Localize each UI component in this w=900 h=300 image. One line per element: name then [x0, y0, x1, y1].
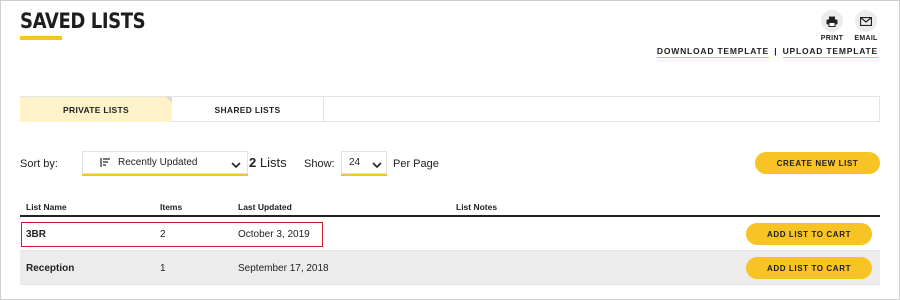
- list-tabs: PRIVATE LISTS SHARED LISTS: [20, 96, 880, 122]
- row-list-name[interactable]: 3BR: [26, 229, 46, 240]
- title-underline: [20, 36, 62, 40]
- header-last-updated: Last Updated: [238, 202, 292, 212]
- list-count: 2 Lists: [249, 155, 287, 170]
- upload-template-link[interactable]: UPLOAD TEMPLATE: [782, 46, 878, 58]
- print-label: PRINT: [820, 35, 844, 42]
- chevron-down-icon: [230, 157, 242, 175]
- sort-value: Recently Updated: [118, 157, 198, 168]
- table-row: 3BR 2 October 3, 2019 ADD LIST TO CART: [20, 217, 880, 251]
- sort-icon: [100, 158, 110, 168]
- header-list-name: List Name: [26, 202, 67, 212]
- template-links: DOWNLOAD TEMPLATE | UPLOAD TEMPLATE: [656, 46, 878, 58]
- header-items: Items: [160, 202, 183, 212]
- email-label: EMAIL: [854, 35, 878, 42]
- list-count-suffix: Lists: [259, 155, 287, 170]
- template-separator: |: [774, 46, 778, 56]
- sort-dropdown[interactable]: Recently Updated: [82, 151, 248, 176]
- show-label: Show:: [304, 158, 335, 170]
- add-list-to-cart-button[interactable]: ADD LIST TO CART: [746, 223, 872, 245]
- download-template-link[interactable]: DOWNLOAD TEMPLATE: [656, 46, 770, 58]
- list-toolbar: Sort by: Recently Updated 2 Lists Show: …: [20, 151, 880, 177]
- row-list-name[interactable]: Reception: [26, 263, 74, 274]
- page-title: SAVED LISTS: [20, 9, 146, 33]
- list-count-number: 2: [249, 155, 257, 170]
- chevron-down-icon: [371, 157, 383, 175]
- printer-icon: [821, 10, 843, 32]
- row-items: 2: [160, 229, 166, 240]
- table-header: List Name Items Last Updated List Notes: [20, 199, 880, 217]
- sort-label: Sort by:: [20, 158, 58, 170]
- tab-shared-lists[interactable]: SHARED LISTS: [172, 97, 324, 122]
- tab-private-lists[interactable]: PRIVATE LISTS: [20, 97, 172, 122]
- header-list-notes: List Notes: [456, 202, 498, 212]
- create-new-list-button[interactable]: CREATE NEW LIST: [755, 152, 880, 174]
- per-page-label: Per Page: [393, 158, 439, 170]
- envelope-icon: [855, 10, 877, 32]
- add-list-to-cart-button[interactable]: ADD LIST TO CART: [746, 257, 872, 279]
- row-last-updated: October 3, 2019: [238, 229, 310, 240]
- email-button[interactable]: EMAIL: [851, 10, 881, 42]
- row-items: 1: [160, 263, 166, 274]
- row-last-updated: September 17, 2018: [238, 263, 329, 274]
- page-size-dropdown[interactable]: 24: [341, 151, 387, 176]
- print-button[interactable]: PRINT: [817, 10, 847, 42]
- table-row: Reception 1 September 17, 2018 ADD LIST …: [20, 251, 880, 285]
- saved-lists-table: List Name Items Last Updated List Notes …: [20, 199, 880, 285]
- page-frame: SAVED LISTS PRINT EMAIL DOWNLOAD TEMPLAT…: [0, 0, 900, 300]
- page-size-value: 24: [349, 157, 361, 168]
